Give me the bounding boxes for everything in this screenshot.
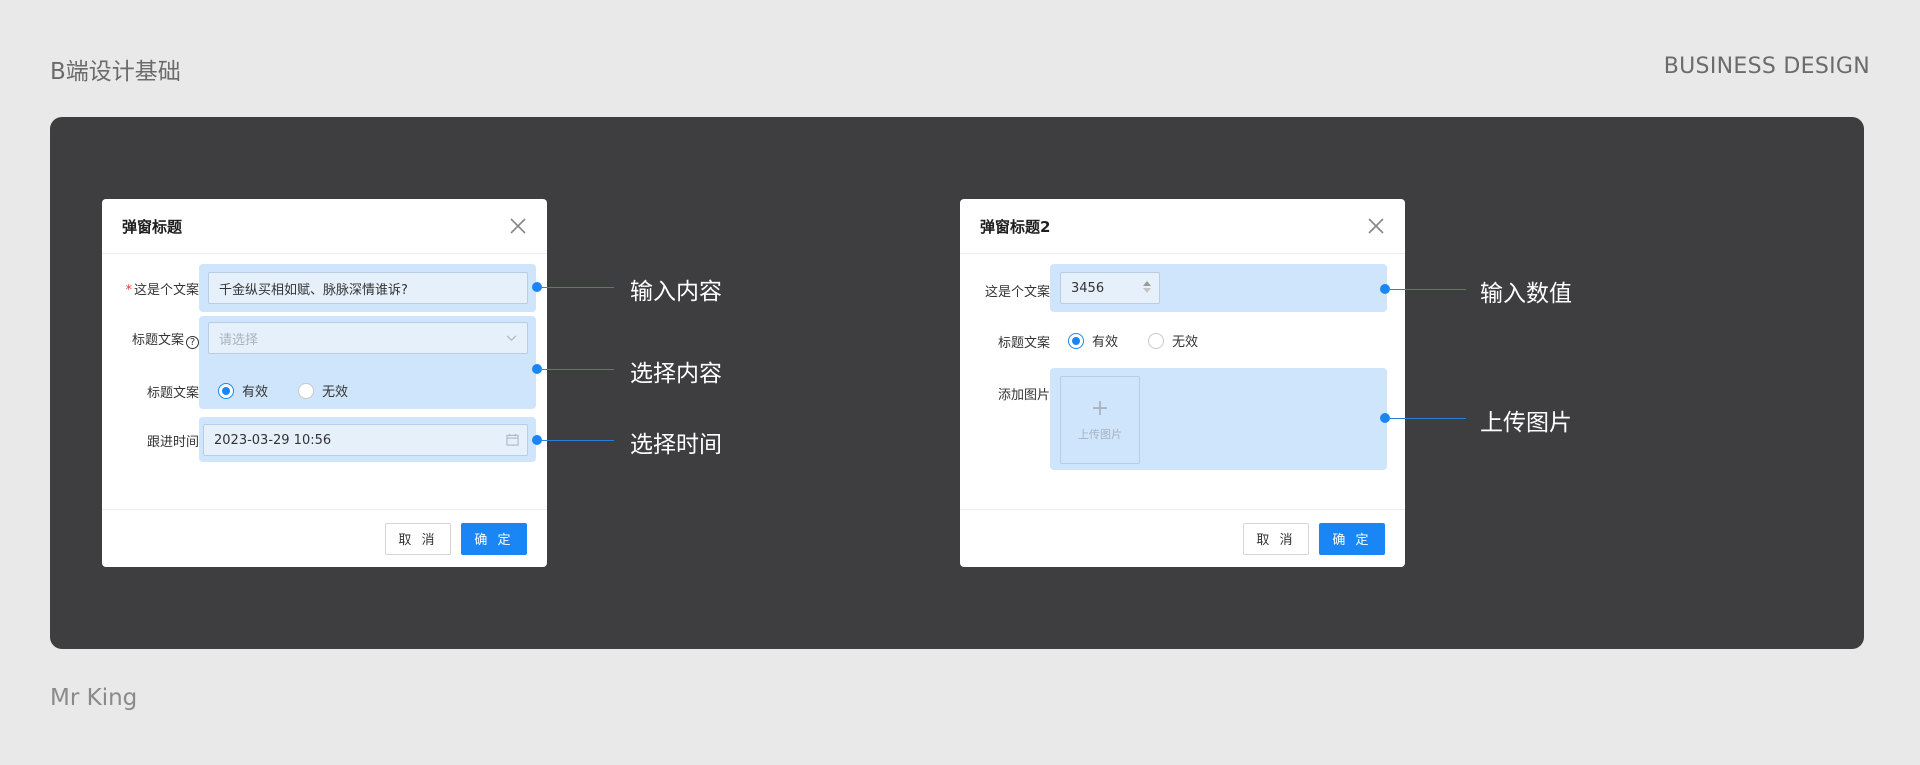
- callout-upload-image: 上传图片: [1480, 410, 1572, 436]
- radio-checked-icon: [1068, 332, 1084, 349]
- callout-line: [1390, 289, 1466, 290]
- author-label: Mr King: [50, 685, 138, 711]
- modal-title: 弹窗标题2: [980, 217, 1051, 236]
- field-label-radio: 标题文案: [997, 336, 1050, 351]
- callout-dot: [532, 364, 542, 374]
- radio-group: 有效 无效: [218, 381, 378, 400]
- increment-icon[interactable]: [1143, 281, 1151, 286]
- callout-dot: [1380, 284, 1390, 294]
- field-label-select: 标题文案?: [112, 329, 199, 349]
- callout-input-content: 输入内容: [630, 279, 722, 305]
- modal-header: 弹窗标题2: [960, 199, 1405, 254]
- close-icon[interactable]: [509, 217, 527, 235]
- brand-title-en: BUSINESS DESIGN: [1663, 54, 1870, 79]
- upload-button[interactable]: + 上传图片: [1060, 376, 1140, 464]
- radio-checked-icon: [218, 382, 234, 399]
- datetime-input[interactable]: 2023-03-29 10:56: [203, 424, 528, 456]
- field-label-text: * 这是个文案: [125, 283, 199, 298]
- modal-footer: 取 消 确 定: [960, 509, 1405, 567]
- field-label-radio: 标题文案: [146, 386, 199, 401]
- modal-title: 弹窗标题: [122, 217, 183, 236]
- calendar-icon[interactable]: [506, 433, 519, 446]
- field-label-number: 这是个文案: [984, 285, 1050, 300]
- cancel-button[interactable]: 取 消: [385, 522, 451, 555]
- confirm-button[interactable]: 确 定: [461, 522, 527, 555]
- radio-invalid[interactable]: 无效: [298, 381, 348, 400]
- radio-unchecked-icon: [298, 382, 315, 399]
- select-placeholder: 请选择: [219, 332, 259, 348]
- datetime-value: 2023-03-29 10:56: [214, 432, 332, 448]
- radio-unchecked-icon: [1148, 332, 1165, 349]
- number-stepper[interactable]: 3456: [1060, 272, 1160, 304]
- radio-invalid[interactable]: 无效: [1148, 331, 1198, 350]
- required-mark: *: [125, 283, 132, 298]
- callout-select-content: 选择内容: [630, 361, 722, 387]
- callout-dot: [532, 282, 542, 292]
- radio-group: 有效 无效: [1068, 331, 1228, 350]
- field-label-upload: 添加图片: [997, 388, 1050, 403]
- chevron-down-icon: [506, 335, 517, 342]
- number-value: 3456: [1071, 280, 1105, 296]
- cancel-button[interactable]: 取 消: [1243, 522, 1309, 555]
- modal-right: 弹窗标题2 这是个文案 3456 标题文案 有效 无效 添加图片 + 上传图片 …: [960, 199, 1405, 567]
- callout-line: [542, 369, 614, 370]
- callout-line: [1390, 418, 1466, 419]
- plus-icon: +: [1090, 396, 1110, 421]
- callout-dot: [532, 435, 542, 445]
- modal-header: 弹窗标题: [102, 199, 547, 254]
- callout-line: [542, 287, 614, 288]
- decrement-icon[interactable]: [1143, 288, 1151, 293]
- brand-title-cn: B端设计基础: [50, 59, 181, 85]
- upload-label: 上传图片: [1078, 428, 1122, 441]
- modal-footer: 取 消 确 定: [102, 509, 547, 567]
- callout-select-time: 选择时间: [630, 432, 722, 458]
- showcase-stage: 弹窗标题 * 这是个文案 千金纵买相如赋、脉脉深情谁诉? 标题文案? 请选择 标题…: [50, 117, 1864, 649]
- field-label-time: 跟进时间: [146, 435, 199, 450]
- callout-dot: [1380, 413, 1390, 423]
- callout-line: [542, 440, 614, 441]
- modal-left: 弹窗标题 * 这是个文案 千金纵买相如赋、脉脉深情谁诉? 标题文案? 请选择 标题…: [102, 199, 547, 567]
- radio-valid[interactable]: 有效: [1068, 331, 1118, 350]
- text-input[interactable]: 千金纵买相如赋、脉脉深情谁诉?: [208, 272, 528, 304]
- stepper-arrows[interactable]: [1143, 281, 1151, 293]
- select-input[interactable]: 请选择: [208, 322, 528, 354]
- help-icon[interactable]: ?: [186, 336, 199, 349]
- close-icon[interactable]: [1367, 217, 1385, 235]
- callout-input-number: 输入数值: [1480, 281, 1572, 307]
- radio-valid[interactable]: 有效: [218, 381, 268, 400]
- confirm-button[interactable]: 确 定: [1319, 522, 1385, 555]
